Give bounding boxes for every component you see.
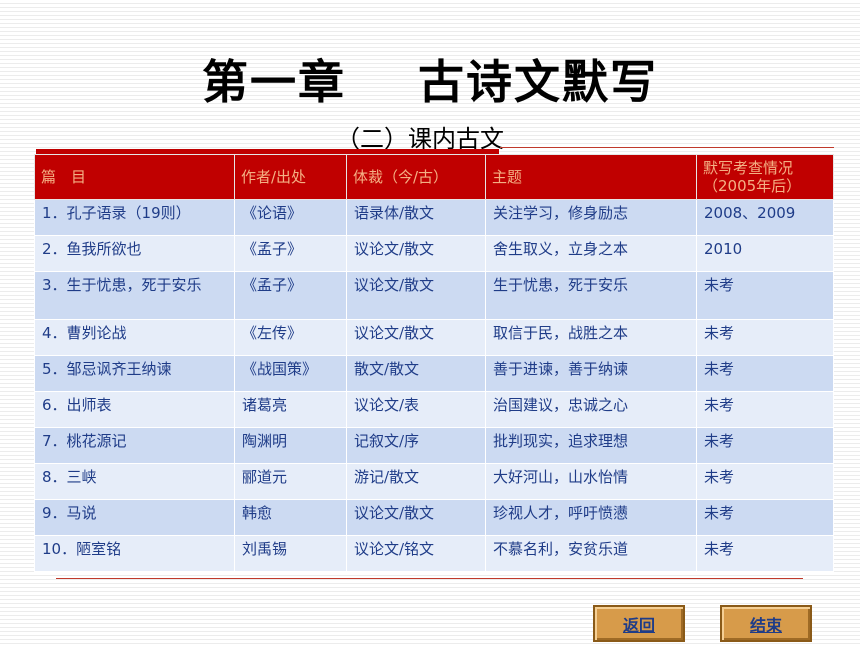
cell-genre: 游记/散文	[346, 463, 486, 500]
cell-author: 刘禹锡	[234, 535, 347, 572]
cell-author: 韩愈	[234, 499, 347, 536]
cell-exam: 2008、2009	[696, 199, 834, 236]
classical-texts-table: 篇 目 作者/出处 体裁（今/古） 主题 默写考查情况（2005年后） 1．孔子…	[34, 154, 834, 572]
cell-author: 郦道元	[234, 463, 347, 500]
table-row: 3．生于忧患，死于安乐 《孟子》 议论文/散文 生于忧患，死于安乐 未考	[34, 271, 834, 320]
end-button[interactable]: 结束	[720, 605, 812, 642]
table-row: 1．孔子语录（19则） 《论语》 语录体/散文 关注学习，修身励志 2008、2…	[34, 199, 834, 236]
cell-title: 4．曹刿论战	[34, 319, 235, 356]
back-button[interactable]: 返回	[593, 605, 685, 642]
cell-author: 《战国策》	[234, 355, 347, 392]
footer-rule	[56, 578, 803, 579]
cell-genre: 议论文/散文	[346, 499, 486, 536]
col-header-theme: 主题	[485, 154, 697, 200]
cell-theme: 不慕名利，安贫乐道	[485, 535, 697, 572]
cell-author: 《孟子》	[234, 271, 347, 320]
cell-genre: 议论文/表	[346, 391, 486, 428]
col-header-genre: 体裁（今/古）	[346, 154, 486, 200]
table-row: 9．马说 韩愈 议论文/散文 珍视人才，呼吁愤懑 未考	[34, 499, 834, 536]
table-row: 6．出师表 诸葛亮 议论文/表 治国建议，忠诚之心 未考	[34, 391, 834, 428]
cell-genre: 记叙文/序	[346, 427, 486, 464]
cell-theme: 批判现实，追求理想	[485, 427, 697, 464]
cell-theme: 善于进谏，善于纳谏	[485, 355, 697, 392]
table-row: 2．鱼我所欲也 《孟子》 议论文/散文 舍生取义，立身之本 2010	[34, 235, 834, 272]
cell-exam: 未考	[696, 355, 834, 392]
cell-theme: 珍视人才，呼吁愤懑	[485, 499, 697, 536]
cell-exam: 未考	[696, 319, 834, 356]
page-title: 第一章 古诗文默写	[201, 55, 659, 109]
cell-theme: 生于忧患，死于安乐	[485, 271, 697, 320]
cell-author: 陶渊明	[234, 427, 347, 464]
cell-title: 6．出师表	[34, 391, 235, 428]
cell-genre: 议论文/散文	[346, 235, 486, 272]
table-row: 4．曹刿论战 《左传》 议论文/散文 取信于民，战胜之本 未考	[34, 319, 834, 356]
cell-exam: 未考	[696, 499, 834, 536]
table-header-row: 篇 目 作者/出处 体裁（今/古） 主题 默写考查情况（2005年后）	[34, 154, 834, 200]
table-row: 10．陋室铭 刘禹锡 议论文/铭文 不慕名利，安贫乐道 未考	[34, 535, 834, 572]
cell-title: 9．马说	[34, 499, 235, 536]
cell-author: 《左传》	[234, 319, 347, 356]
cell-theme: 舍生取义，立身之本	[485, 235, 697, 272]
cell-theme: 取信于民，战胜之本	[485, 319, 697, 356]
col-header-author: 作者/出处	[234, 154, 347, 200]
cell-exam: 2010	[696, 235, 834, 272]
cell-theme: 大好河山，山水怡情	[485, 463, 697, 500]
cell-genre: 语录体/散文	[346, 199, 486, 236]
cell-genre: 议论文/铭文	[346, 535, 486, 572]
cell-title: 7．桃花源记	[34, 427, 235, 464]
col-header-exam: 默写考查情况（2005年后）	[696, 154, 834, 200]
cell-theme: 治国建议，忠诚之心	[485, 391, 697, 428]
cell-title: 10．陋室铭	[34, 535, 235, 572]
cell-title: 8．三峡	[34, 463, 235, 500]
col-header-title: 篇 目	[34, 154, 235, 200]
cell-genre: 散文/散文	[346, 355, 486, 392]
cell-author: 诸葛亮	[234, 391, 347, 428]
cell-author: 《论语》	[234, 199, 347, 236]
cell-exam: 未考	[696, 271, 834, 320]
cell-title: 3．生于忧患，死于安乐	[34, 271, 235, 320]
cell-title: 2．鱼我所欲也	[34, 235, 235, 272]
cell-genre: 议论文/散文	[346, 319, 486, 356]
subtitle-rule	[500, 147, 834, 148]
cell-genre: 议论文/散文	[346, 271, 486, 320]
table-row: 8．三峡 郦道元 游记/散文 大好河山，山水怡情 未考	[34, 463, 834, 500]
cell-exam: 未考	[696, 463, 834, 500]
cell-title: 1．孔子语录（19则）	[34, 199, 235, 236]
table-row: 5．邹忌讽齐王纳谏 《战国策》 散文/散文 善于进谏，善于纳谏 未考	[34, 355, 834, 392]
cell-exam: 未考	[696, 535, 834, 572]
cell-exam: 未考	[696, 391, 834, 428]
cell-title: 5．邹忌讽齐王纳谏	[34, 355, 235, 392]
cell-exam: 未考	[696, 427, 834, 464]
cell-author: 《孟子》	[234, 235, 347, 272]
cell-theme: 关注学习，修身励志	[485, 199, 697, 236]
table-row: 7．桃花源记 陶渊明 记叙文/序 批判现实，追求理想 未考	[34, 427, 834, 464]
